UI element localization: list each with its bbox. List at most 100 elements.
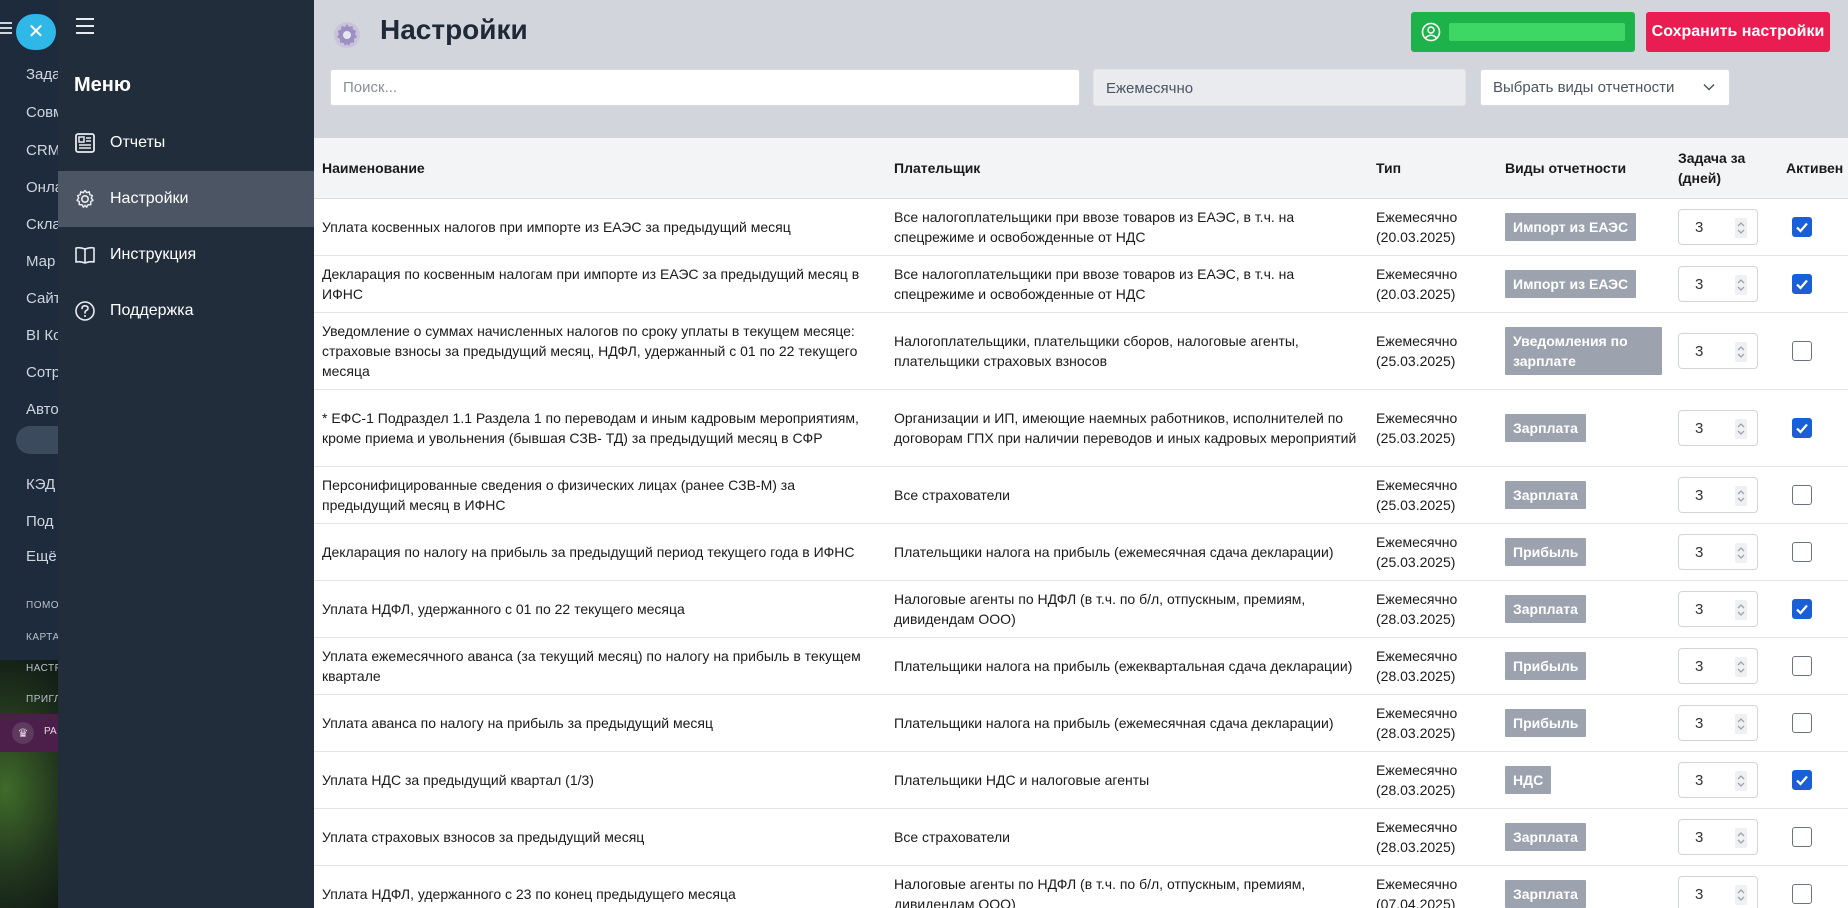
report-type-badge: Прибыль bbox=[1505, 708, 1587, 737]
report-types-select[interactable]: Выбрать виды отчетности bbox=[1480, 69, 1730, 106]
spin-arrows-icon[interactable] bbox=[1735, 827, 1747, 848]
report-type-badge: Зарплата bbox=[1505, 413, 1586, 442]
row-payer: Налоговые агенты по НДФЛ (в т.ч. по б/л,… bbox=[886, 865, 1368, 908]
spin-arrows-icon[interactable] bbox=[1735, 884, 1747, 905]
active-checkbox[interactable] bbox=[1792, 883, 1812, 904]
sidebar-item-instructions[interactable]: Инструкция bbox=[58, 227, 314, 283]
row-active-cell bbox=[1778, 198, 1848, 256]
row-days-cell: 3 bbox=[1670, 580, 1778, 638]
spin-arrows-icon[interactable] bbox=[1735, 217, 1747, 238]
active-checkbox[interactable] bbox=[1792, 598, 1812, 619]
hamburger-menu-icon[interactable] bbox=[76, 18, 98, 38]
active-checkbox[interactable] bbox=[1792, 273, 1812, 294]
days-stepper[interactable]: 3 bbox=[1678, 409, 1758, 446]
background-promo: ♛ РА bbox=[0, 714, 58, 752]
row-active-cell bbox=[1778, 523, 1848, 581]
days-value: 3 bbox=[1695, 486, 1704, 504]
close-panel-button[interactable]: ✕ bbox=[16, 14, 56, 50]
search-input[interactable] bbox=[330, 69, 1080, 106]
active-checkbox[interactable] bbox=[1792, 484, 1812, 505]
page-header: Настройки Сохранить настройки Ежемесячно… bbox=[314, 0, 1848, 138]
row-name: * ЕФС-1 Подраздел 1.1 Раздела 1 по перев… bbox=[314, 389, 886, 467]
background-app-item: Под bbox=[26, 513, 54, 530]
days-stepper[interactable]: 3 bbox=[1678, 332, 1758, 369]
help-icon bbox=[75, 301, 95, 321]
column-header-active: Активен bbox=[1778, 138, 1848, 199]
active-checkbox[interactable] bbox=[1792, 216, 1812, 237]
active-checkbox[interactable] bbox=[1792, 826, 1812, 847]
days-stepper[interactable]: 3 bbox=[1678, 704, 1758, 741]
row-report-type-cell: Импорт из ЕАЭС bbox=[1497, 198, 1670, 256]
row-name: Уплата ежемесячного аванса (за текущий м… bbox=[314, 637, 886, 695]
period-select[interactable]: Ежемесячно bbox=[1093, 69, 1466, 106]
sidebar-item-settings[interactable]: Настройки bbox=[58, 171, 314, 227]
row-report-type-cell: НДС bbox=[1497, 751, 1670, 809]
active-checkbox[interactable] bbox=[1792, 769, 1812, 790]
table-row: Уплата страховых взносов за предыдущий м… bbox=[314, 808, 1848, 866]
days-stepper[interactable]: 3 bbox=[1678, 647, 1758, 684]
sidebar-item-support[interactable]: Поддержка bbox=[58, 283, 314, 339]
days-stepper[interactable]: 3 bbox=[1678, 875, 1758, 908]
column-header-report-types: Виды отчетности bbox=[1497, 138, 1670, 199]
table-row: Уплата НДС за предыдущий квартал (1/3) Пл… bbox=[314, 751, 1848, 809]
row-name: Персонифицированные сведения о физически… bbox=[314, 466, 886, 524]
report-type-badge: НДС bbox=[1505, 765, 1552, 794]
report-icon bbox=[75, 133, 95, 153]
spin-arrows-icon[interactable] bbox=[1735, 599, 1747, 620]
background-promo-label: РА bbox=[44, 726, 57, 737]
row-type: Ежемесячно (20.03.2025) bbox=[1368, 255, 1497, 313]
table-header-row: Наименование Плательщик Тип Виды отчетно… bbox=[314, 138, 1848, 199]
background-app-item: Зада bbox=[26, 66, 58, 83]
spin-arrows-icon[interactable] bbox=[1735, 341, 1747, 362]
days-stepper[interactable]: 3 bbox=[1678, 818, 1758, 855]
row-days-cell: 3 bbox=[1670, 389, 1778, 467]
report-types-placeholder: Выбрать виды отчетности bbox=[1493, 79, 1675, 96]
crown-icon: ♛ bbox=[12, 722, 34, 744]
days-stepper[interactable]: 3 bbox=[1678, 265, 1758, 302]
background-app-small-item: НАСТР bbox=[26, 663, 58, 674]
user-profile-button[interactable] bbox=[1411, 12, 1635, 52]
background-app-item: Совм bbox=[26, 104, 58, 121]
days-stepper[interactable]: 3 bbox=[1678, 533, 1758, 570]
table-row: Уплата НДФЛ, удержанного с 01 по 22 теку… bbox=[314, 580, 1848, 638]
row-payer: Налогоплательщики, плательщики сборов, н… bbox=[886, 312, 1368, 390]
spin-arrows-icon[interactable] bbox=[1735, 274, 1747, 295]
report-type-badge: Зарплата bbox=[1505, 822, 1586, 851]
spin-arrows-icon[interactable] bbox=[1735, 418, 1747, 439]
settings-gear-icon bbox=[334, 22, 360, 48]
active-checkbox[interactable] bbox=[1792, 541, 1812, 562]
days-stepper[interactable]: 3 bbox=[1678, 590, 1758, 627]
user-name-redacted bbox=[1449, 23, 1625, 41]
days-stepper[interactable]: 3 bbox=[1678, 476, 1758, 513]
row-payer: Все страхователи bbox=[886, 808, 1368, 866]
row-type: Ежемесячно (28.03.2025) bbox=[1368, 580, 1497, 638]
active-checkbox[interactable] bbox=[1792, 655, 1812, 676]
row-name: Уплата НДФЛ, удержанного с 23 по конец п… bbox=[314, 865, 886, 908]
row-days-cell: 3 bbox=[1670, 751, 1778, 809]
spin-arrows-icon[interactable] bbox=[1735, 713, 1747, 734]
table-row: Декларация по налогу на прибыль за преды… bbox=[314, 523, 1848, 581]
row-days-cell: 3 bbox=[1670, 312, 1778, 390]
table-row: Уведомление о суммах начисленных налогов… bbox=[314, 312, 1848, 390]
background-app-item: Ещё bbox=[26, 548, 57, 565]
sidebar-item-reports[interactable]: Отчеты bbox=[58, 115, 314, 171]
row-days-cell: 3 bbox=[1670, 637, 1778, 695]
days-value: 3 bbox=[1695, 218, 1704, 236]
background-app-item: CRM bbox=[26, 142, 58, 159]
active-checkbox[interactable] bbox=[1792, 340, 1812, 361]
days-stepper[interactable]: 3 bbox=[1678, 208, 1758, 245]
row-days-cell: 3 bbox=[1670, 865, 1778, 908]
active-checkbox[interactable] bbox=[1792, 712, 1812, 733]
spin-arrows-icon[interactable] bbox=[1735, 770, 1747, 791]
sidebar-item-label: Отчеты bbox=[110, 134, 166, 151]
spin-arrows-icon[interactable] bbox=[1735, 656, 1747, 677]
days-stepper[interactable]: 3 bbox=[1678, 761, 1758, 798]
spin-arrows-icon[interactable] bbox=[1735, 542, 1747, 563]
row-active-cell bbox=[1778, 466, 1848, 524]
days-value: 3 bbox=[1695, 342, 1704, 360]
column-header-payer: Плательщик bbox=[886, 138, 1368, 199]
save-settings-button[interactable]: Сохранить настройки bbox=[1646, 12, 1830, 52]
row-type: Ежемесячно (07.04.2025) bbox=[1368, 865, 1497, 908]
spin-arrows-icon[interactable] bbox=[1735, 485, 1747, 506]
active-checkbox[interactable] bbox=[1792, 417, 1812, 438]
